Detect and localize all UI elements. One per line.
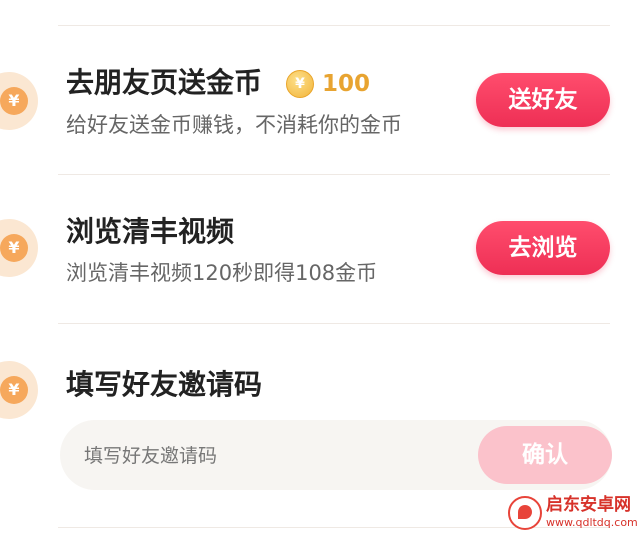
- send-friend-button[interactable]: 送好友: [476, 73, 610, 127]
- watermark-logo-icon: [508, 496, 542, 530]
- task-list-page: ¥ 去朋友页送金币 ¥ 100 给好友送金币赚钱，不消耗你的金币 送好友 ¥ 浏…: [0, 0, 640, 533]
- coin-badge: ¥: [0, 219, 38, 277]
- watermark-title: 启东安卓网: [546, 495, 631, 515]
- yen-coin-icon: ¥: [0, 234, 28, 262]
- invite-code-field-wrapper: 确认: [60, 420, 612, 490]
- gold-coin-icon: ¥: [286, 70, 314, 98]
- divider: [58, 25, 610, 26]
- watermark-url: www.qdltdq.com: [546, 516, 638, 529]
- reward-value: 100: [322, 71, 371, 97]
- yen-coin-icon: ¥: [0, 376, 28, 404]
- divider: [58, 323, 610, 324]
- browse-button[interactable]: 去浏览: [476, 221, 610, 275]
- watermark: 启东安卓网 www.qdltdq.com: [508, 494, 640, 533]
- coin-badge: ¥: [0, 361, 38, 419]
- yen-coin-icon: ¥: [0, 87, 28, 115]
- divider: [58, 174, 610, 175]
- task-title: 去朋友页送金币: [66, 66, 263, 99]
- invite-code-input[interactable]: [82, 438, 466, 474]
- confirm-button[interactable]: 确认: [478, 426, 612, 484]
- coin-badge: ¥: [0, 72, 38, 130]
- task-description: 给好友送金币赚钱，不消耗你的金币: [66, 113, 402, 137]
- task-title: 填写好友邀请码: [66, 368, 263, 401]
- reward-amount: ¥ 100: [286, 68, 370, 100]
- task-description: 浏览清丰视频120秒即得108金币: [66, 261, 378, 285]
- task-title: 浏览清丰视频: [66, 215, 235, 248]
